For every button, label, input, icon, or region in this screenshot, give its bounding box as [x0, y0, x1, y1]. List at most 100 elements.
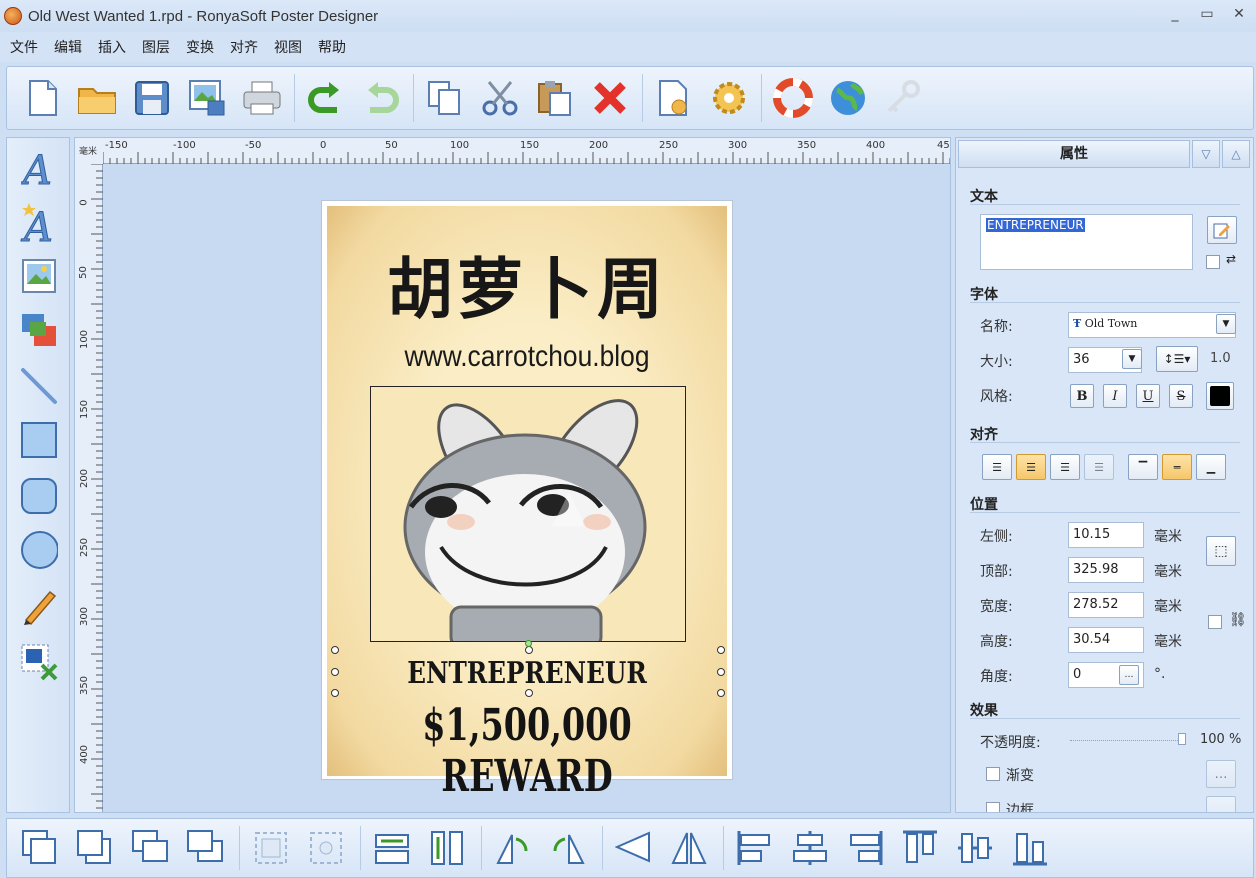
width-input[interactable]: 278.52 [1068, 592, 1144, 618]
poster-url-text[interactable]: www.carrotchou.blog [351, 340, 703, 374]
menu-edit[interactable]: 编辑 [54, 37, 82, 57]
group-button[interactable] [250, 827, 292, 869]
opacity-slider-thumb[interactable] [1178, 733, 1186, 745]
clipart-tool-button[interactable] [20, 310, 58, 350]
undo-button[interactable] [303, 75, 349, 121]
open-button[interactable] [74, 75, 120, 121]
italic-button[interactable]: I [1103, 384, 1127, 408]
resize-handle-top-right[interactable] [717, 646, 725, 654]
art-text-tool-button[interactable]: A [20, 202, 58, 243]
pencil-tool-button[interactable] [20, 586, 58, 626]
menu-file[interactable]: 文件 [10, 37, 38, 57]
height-input[interactable]: 30.54 [1068, 627, 1144, 653]
rectangle-tool-button[interactable] [20, 420, 58, 460]
text-color-button[interactable] [1206, 382, 1234, 410]
rotate-left-button[interactable] [492, 827, 534, 869]
minimize-button[interactable]: _ [1166, 6, 1184, 22]
lock-ratio-checkbox[interactable] [1208, 615, 1222, 629]
text-content-input[interactable]: ENTREPRENEUR [980, 214, 1193, 270]
align-left-button[interactable]: ☰ [982, 454, 1012, 480]
bring-forward-button[interactable] [129, 827, 171, 869]
align-top-button[interactable]: ▔ [1128, 454, 1158, 480]
resize-handle-bottom[interactable] [525, 689, 533, 697]
panel-dropdown-button[interactable]: ▽ [1192, 140, 1220, 168]
strikethrough-button[interactable]: S [1169, 384, 1193, 408]
export-image-button[interactable] [184, 75, 230, 121]
align-center-button[interactable]: ☰ [1016, 454, 1046, 480]
align-objects-right-button[interactable] [844, 827, 886, 869]
cut-button[interactable] [477, 75, 523, 121]
gradient-settings-button[interactable]: … [1206, 760, 1236, 788]
help-button[interactable] [770, 75, 816, 121]
justify-button[interactable]: ☰ [1084, 454, 1114, 480]
menu-transform[interactable]: 变换 [186, 37, 214, 57]
line-spacing-button[interactable]: ↕☰▾ [1156, 346, 1198, 372]
align-objects-left-button[interactable] [734, 827, 776, 869]
underline-button[interactable]: U [1136, 384, 1160, 408]
register-button[interactable] [880, 75, 926, 121]
settings-button[interactable] [706, 75, 752, 121]
border-checkbox[interactable] [986, 802, 1000, 812]
border-settings-button[interactable]: … [1206, 796, 1236, 812]
print-button[interactable] [239, 75, 285, 121]
align-objects-bottom-button[interactable] [1009, 827, 1051, 869]
menu-align[interactable]: 对齐 [230, 37, 258, 57]
font-size-dropdown-button[interactable]: ▼ [1122, 349, 1142, 369]
font-dropdown-button[interactable]: ▼ [1216, 314, 1236, 334]
menu-layer[interactable]: 图层 [142, 37, 170, 57]
document-properties-button[interactable] [651, 75, 697, 121]
flip-vertical-button[interactable] [613, 827, 655, 869]
panel-collapse-button[interactable]: △ [1222, 140, 1250, 168]
poster-photo[interactable] [370, 386, 686, 642]
close-button[interactable]: ✕ [1230, 6, 1248, 22]
image-tool-button[interactable] [20, 256, 58, 296]
rotate-handle[interactable] [525, 640, 532, 647]
bold-button[interactable]: B [1070, 384, 1094, 408]
align-objects-center-button[interactable] [789, 827, 831, 869]
redo-button[interactable] [358, 75, 404, 121]
resize-handle-top-left[interactable] [331, 646, 339, 654]
menu-view[interactable]: 视图 [274, 37, 302, 57]
poster-reward-text[interactable]: $1,500,000 REWARD [375, 700, 679, 802]
menu-insert[interactable]: 插入 [98, 37, 126, 57]
ungroup-button[interactable] [305, 827, 347, 869]
align-right-button[interactable]: ☰ [1050, 454, 1080, 480]
opacity-slider[interactable] [1070, 733, 1186, 745]
bring-to-front-button[interactable] [19, 827, 61, 869]
align-bottom-button[interactable]: ▁ [1196, 454, 1226, 480]
poster-title-text[interactable]: 胡萝卜周 [327, 236, 727, 332]
line-tool-button[interactable] [20, 366, 58, 406]
save-button[interactable] [129, 75, 175, 121]
poster-name-text[interactable]: ENTREPRENEUR [363, 656, 691, 691]
align-objects-top-button[interactable] [899, 827, 941, 869]
design-canvas[interactable]: 毫米 -150 -100 -50 0 50 100 150 200 250 30… [74, 137, 951, 813]
resize-handle-bottom-right[interactable] [717, 689, 725, 697]
resize-handle-top[interactable] [525, 646, 533, 654]
ellipse-tool-button[interactable] [20, 530, 58, 570]
maximize-button[interactable]: ▭ [1198, 6, 1216, 22]
delete-button[interactable] [587, 75, 633, 121]
menu-help[interactable]: 帮助 [318, 37, 346, 57]
same-height-button[interactable] [426, 827, 468, 869]
left-input[interactable]: 10.15 [1068, 522, 1144, 548]
edit-text-button[interactable] [1207, 216, 1237, 244]
fit-to-page-button[interactable]: ⬚ [1206, 536, 1236, 566]
resize-handle-bottom-left[interactable] [331, 689, 339, 697]
paste-button[interactable] [532, 75, 578, 121]
merge-fields-tool-button[interactable] [20, 642, 58, 682]
rotate-right-button[interactable] [547, 827, 589, 869]
angle-picker-button[interactable]: … [1119, 665, 1139, 685]
website-button[interactable] [825, 75, 871, 121]
send-backward-button[interactable] [184, 827, 226, 869]
align-objects-middle-button[interactable] [954, 827, 996, 869]
poster-page[interactable]: 胡萝卜周 www.carrotchou.blog ▲ ENTREPRENEUR … [321, 200, 733, 802]
font-name-select[interactable]: Ŧ Old Town [1068, 312, 1236, 338]
text-tool-button[interactable]: A [20, 148, 58, 188]
resize-handle-right[interactable] [717, 668, 725, 676]
wrap-text-checkbox[interactable] [1206, 255, 1220, 269]
rounded-rectangle-tool-button[interactable] [20, 476, 58, 516]
align-middle-button[interactable]: ═ [1162, 454, 1192, 480]
resize-handle-left[interactable] [331, 668, 339, 676]
gradient-checkbox[interactable] [986, 767, 1000, 781]
same-width-button[interactable] [371, 827, 413, 869]
